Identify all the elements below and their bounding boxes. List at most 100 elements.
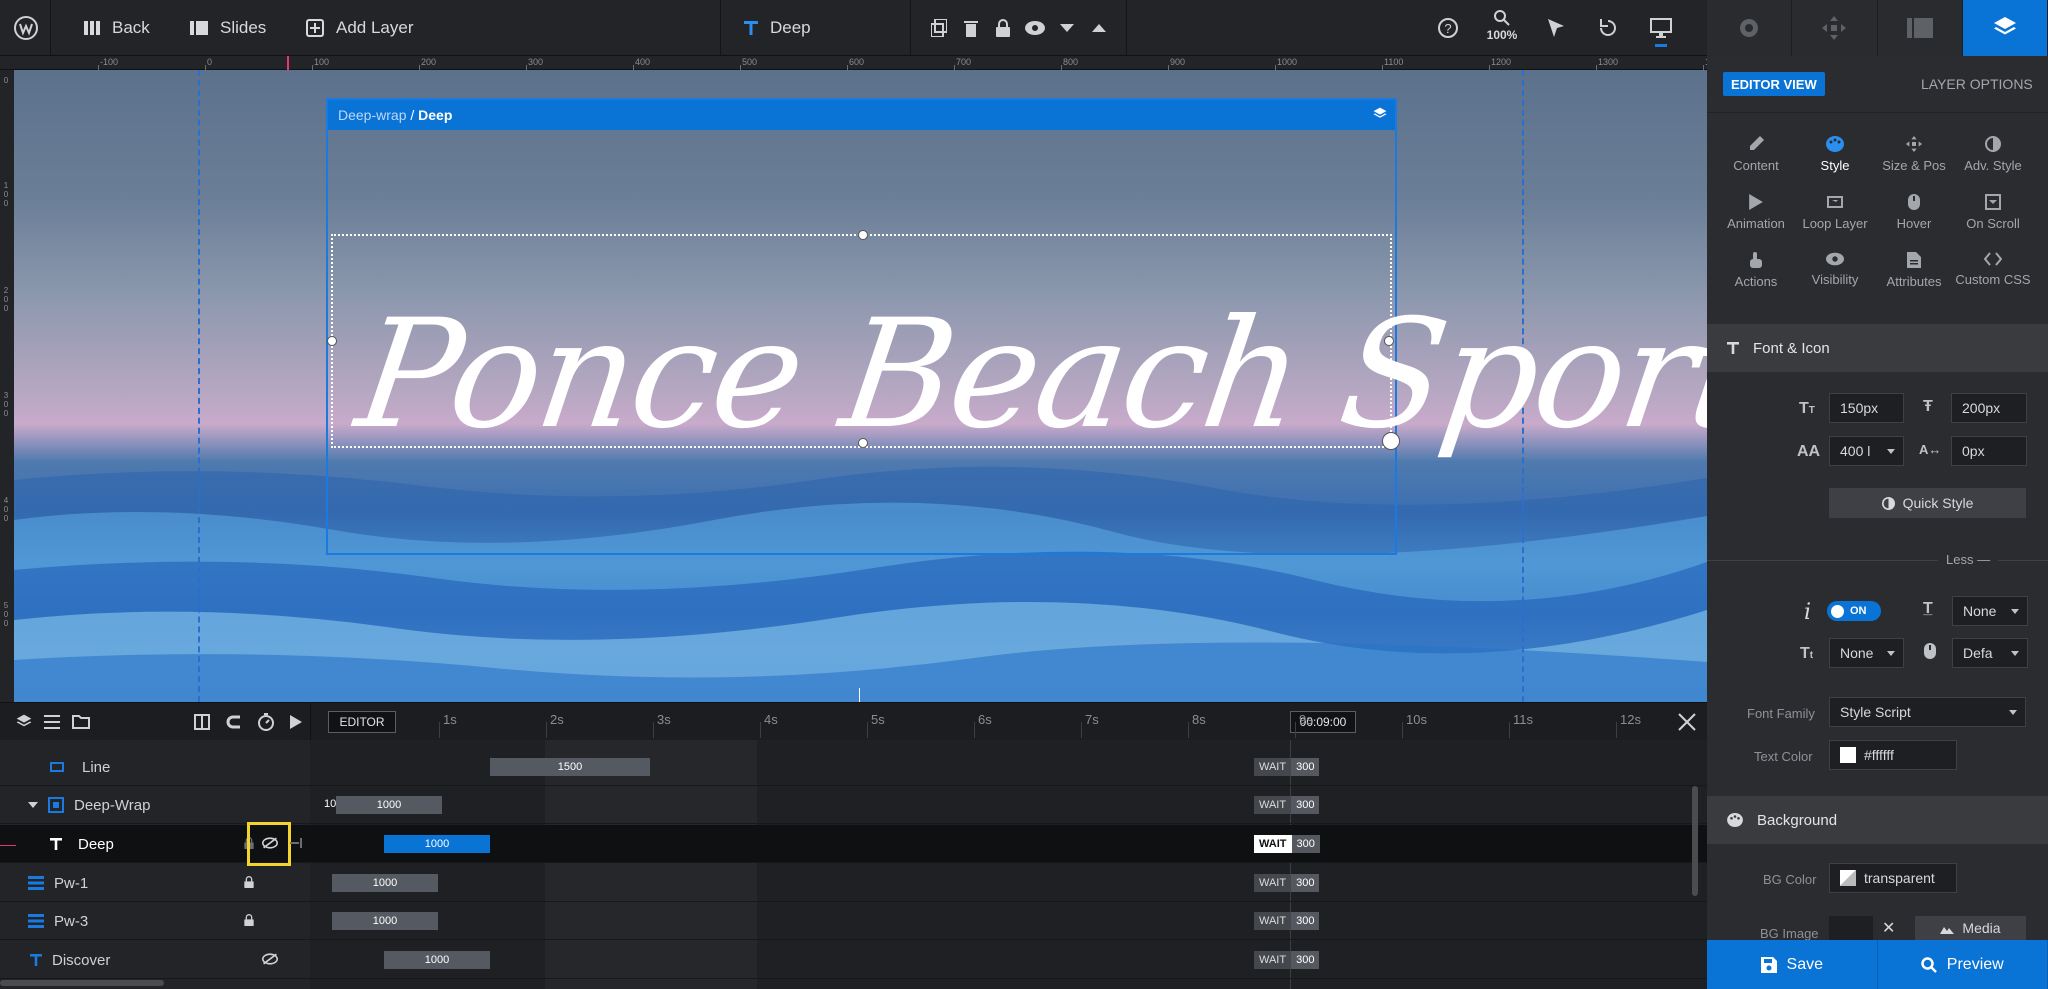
quick-style-button[interactable]: Quick Style	[1829, 488, 2026, 518]
cursor-select[interactable]: Defa	[1952, 638, 2028, 668]
timeline-bar[interactable]: 1000	[332, 874, 438, 892]
eye-icon[interactable]	[1021, 14, 1049, 42]
italic-toggle[interactable]: ON	[1827, 601, 1881, 621]
text-decoration-select[interactable]: None	[1829, 638, 1904, 668]
timeline-scrollbar[interactable]	[1692, 786, 1698, 896]
add-layer-icon	[306, 19, 324, 37]
eye-hidden-icon[interactable]	[262, 837, 278, 849]
layers-icon[interactable]	[1373, 107, 1387, 121]
split-icon[interactable]	[194, 714, 210, 730]
wait-block[interactable]: WAIT 300	[1254, 951, 1320, 969]
resize-handle-right[interactable]	[1384, 336, 1394, 346]
text-color-picker[interactable]: #ffffff	[1829, 740, 1957, 770]
slides-button[interactable]: Slides	[190, 0, 266, 56]
tab-navigation[interactable]	[1792, 0, 1878, 56]
back-button[interactable]: Back	[84, 0, 150, 56]
move-down-icon[interactable]	[1053, 14, 1081, 42]
option-actions[interactable]: Actions	[1715, 252, 1797, 289]
add-layer-button[interactable]: Add Layer	[306, 0, 414, 56]
option-hover[interactable]: Hover	[1873, 194, 1955, 231]
option-visibility[interactable]: Visibility	[1794, 252, 1876, 287]
resize-handle-top[interactable]	[858, 230, 868, 240]
resize-handle-bottom[interactable]	[858, 438, 868, 448]
wait-block[interactable]: WAIT 300	[1254, 796, 1320, 814]
desktop-view-icon[interactable]	[1647, 14, 1675, 42]
timeline-bar[interactable]: 1000	[384, 835, 490, 853]
editor-view-button[interactable]: EDITOR VIEW	[1723, 72, 1825, 96]
resize-handle-left[interactable]	[327, 336, 337, 346]
letter-spacing-input[interactable]: 0px	[1951, 436, 2027, 466]
font-weight-select[interactable]: 400 l	[1829, 436, 1904, 466]
timeline-row-deep[interactable]: Deep 1000 WAIT 300	[0, 822, 1707, 866]
lock-icon[interactable]	[244, 876, 254, 888]
option-loop-layer[interactable]: Loop Layer	[1794, 194, 1876, 231]
bg-image-preview[interactable]	[1829, 916, 1873, 940]
editor-badge[interactable]: EDITOR	[328, 711, 396, 733]
wordpress-icon[interactable]	[12, 14, 40, 42]
layers-view-icon[interactable]	[16, 714, 32, 730]
option-custom-css[interactable]: Custom CSS	[1952, 252, 2034, 287]
layer-name: Pw-1	[54, 874, 89, 892]
timeline-row-pw-3[interactable]: Pw-3 1000 WAIT 300	[0, 902, 1707, 940]
wait-block[interactable]: WAIT 300	[1254, 874, 1320, 892]
media-button[interactable]: Media	[1915, 916, 2026, 940]
list-icon[interactable]	[44, 715, 60, 729]
tab-settings[interactable]	[1707, 0, 1793, 56]
font-icon-section[interactable]: Font & Icon	[1707, 324, 2048, 372]
breadcrumb-parent[interactable]: Deep-wrap	[338, 107, 406, 123]
preview-button[interactable]: Preview	[1877, 940, 2048, 989]
undo-icon[interactable]	[1594, 14, 1622, 42]
timeline-row-line[interactable]: Line 1500 WAIT 300	[0, 748, 1707, 786]
pointer-icon[interactable]	[1542, 14, 1570, 42]
font-family-select[interactable]: Style Script	[1829, 697, 2026, 727]
lock-icon[interactable]	[989, 14, 1017, 42]
zoom-control[interactable]: 100%	[1484, 10, 1520, 42]
wait-block[interactable]: WAIT 300	[1254, 835, 1320, 853]
timeline-bar[interactable]: 1500	[490, 758, 650, 776]
timeline-bar[interactable]: 1000	[336, 796, 442, 814]
trash-icon[interactable]	[957, 14, 985, 42]
layer-options-tab[interactable]: LAYER OPTIONS	[1921, 76, 2033, 92]
close-icon[interactable]	[1678, 713, 1696, 731]
code-icon	[1984, 252, 2002, 266]
current-layer-selector[interactable]: Deep	[744, 0, 811, 56]
clear-icon[interactable]: ✕	[1882, 918, 1895, 938]
option-style[interactable]: Style	[1794, 136, 1876, 173]
font-size-input[interactable]: 150px	[1829, 393, 1904, 423]
line-height-input[interactable]: 200px	[1951, 393, 2027, 423]
magnet-icon[interactable]	[226, 714, 242, 730]
scale-handle-icon[interactable]	[1382, 432, 1400, 450]
tab-layers[interactable]	[1962, 0, 2048, 56]
move-up-icon[interactable]	[1085, 14, 1113, 42]
timeline-bar[interactable]: 1000	[384, 951, 490, 969]
option-size-pos[interactable]: Size & Pos	[1873, 136, 1955, 173]
stopwatch-icon[interactable]	[258, 713, 274, 731]
timeline-bar[interactable]: 1000	[332, 912, 438, 930]
collapse-icon[interactable]	[290, 838, 302, 848]
eye-hidden-icon[interactable]	[262, 953, 278, 965]
background-section[interactable]: Background	[1707, 796, 2048, 844]
deep-text-layer[interactable]	[327, 230, 1400, 450]
lock-icon[interactable]	[244, 914, 254, 926]
wait-block[interactable]: WAIT 300	[1254, 758, 1320, 776]
duplicate-icon[interactable]	[925, 14, 953, 42]
layer-list-scrollbar[interactable]	[0, 980, 164, 986]
text-transform-select[interactable]: None	[1952, 596, 2028, 626]
wait-block[interactable]: WAIT 300	[1254, 912, 1320, 930]
timeline-row-pw-1[interactable]: Pw-1 1000 WAIT 300	[0, 864, 1707, 902]
help-icon[interactable]: ?	[1434, 14, 1462, 42]
layer-breadcrumb[interactable]: Deep-wrap / Deep	[328, 100, 1395, 130]
option-attributes[interactable]: Attributes	[1873, 252, 1955, 289]
folder-icon[interactable]	[72, 714, 90, 729]
option-on-scroll[interactable]: On Scroll	[1952, 194, 2034, 231]
option-content[interactable]: Content	[1715, 136, 1797, 173]
option-adv-style[interactable]: Adv. Style	[1952, 136, 2034, 173]
play-icon[interactable]	[290, 715, 302, 729]
less-toggle[interactable]: Less —	[1938, 552, 1999, 567]
timeline-row-deep-wrap[interactable]: Deep-Wrap 10 1000 WAIT 300	[0, 786, 1707, 824]
save-button[interactable]: Save	[1707, 940, 1878, 989]
bg-color-picker[interactable]: transparent	[1829, 863, 1957, 893]
option-animation[interactable]: Animation	[1715, 194, 1797, 231]
timeline-row-discover[interactable]: Discover 1000 WAIT 300	[0, 941, 1707, 979]
tab-slides[interactable]	[1878, 0, 1963, 56]
